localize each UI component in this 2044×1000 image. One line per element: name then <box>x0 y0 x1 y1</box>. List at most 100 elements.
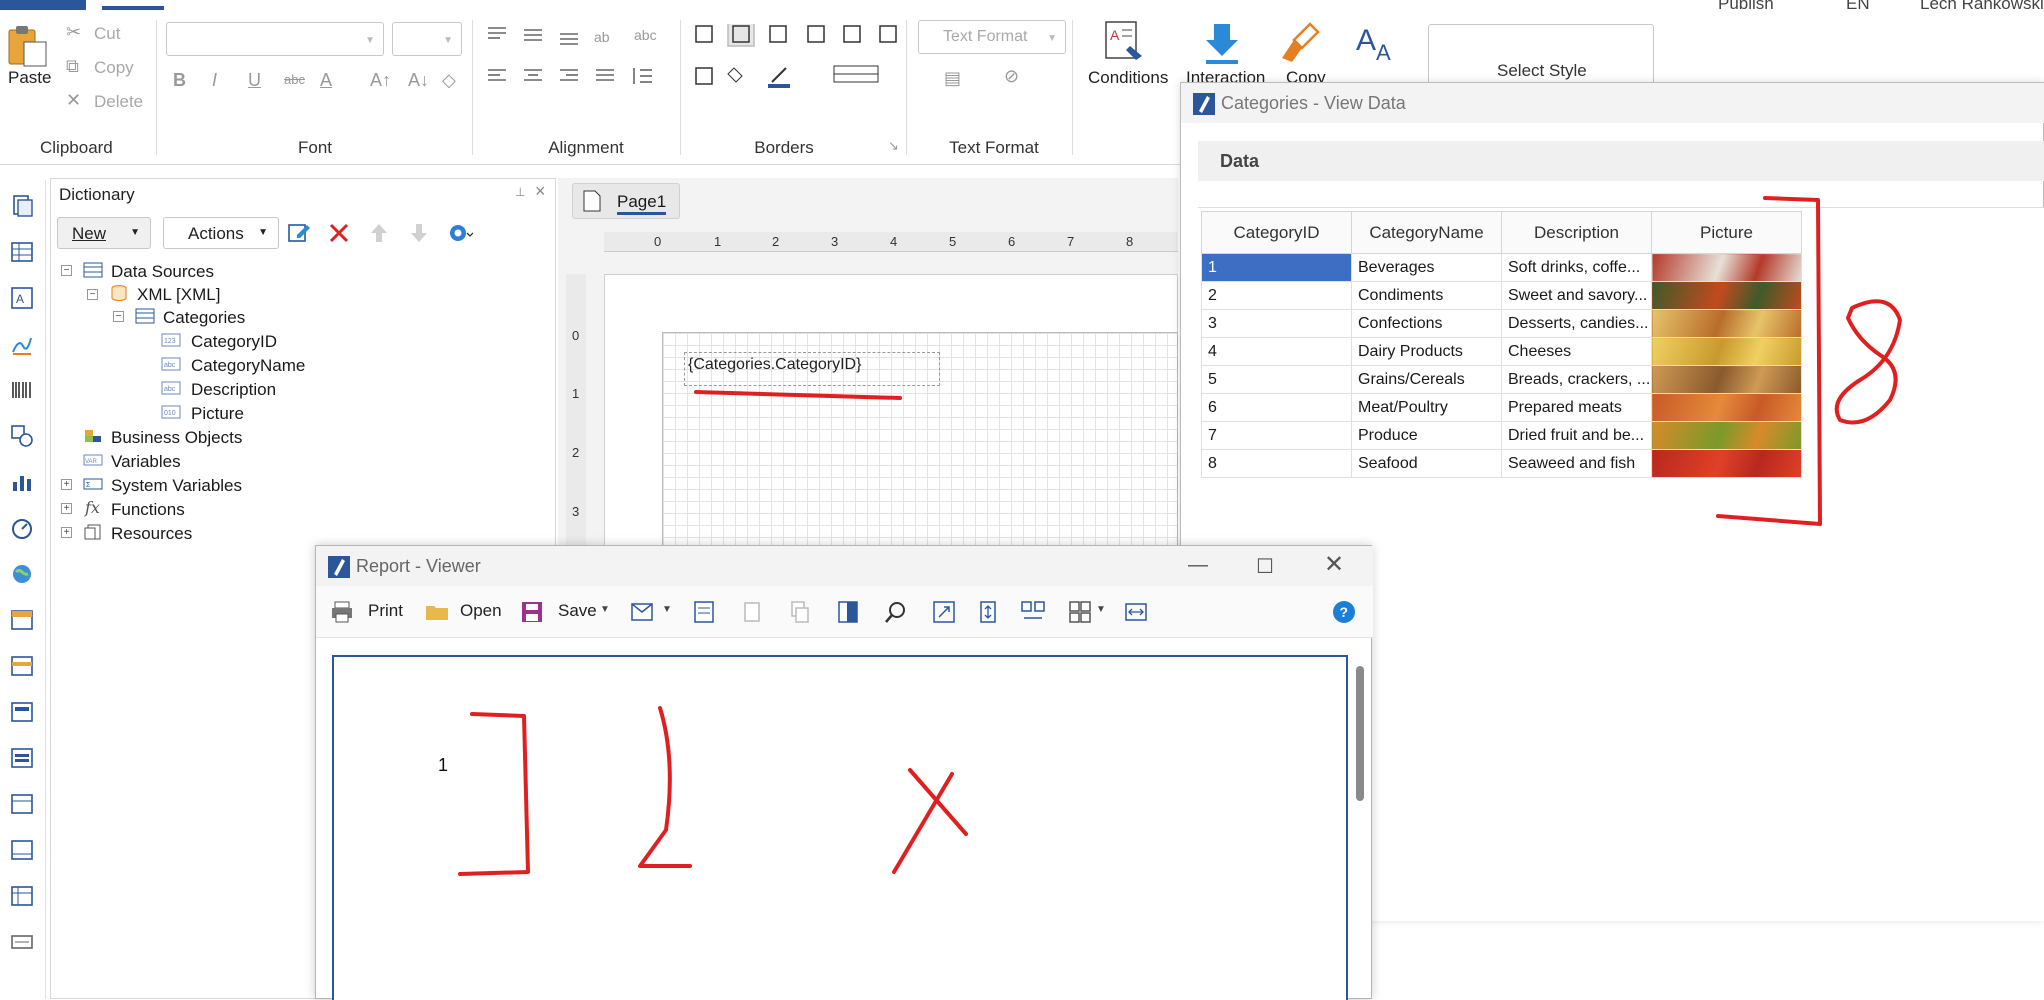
picture-thumbnail[interactable] <box>1651 309 1802 338</box>
bookmarks-icon[interactable] <box>692 600 716 624</box>
file-tab[interactable] <box>0 0 86 10</box>
text-component-icon[interactable]: A <box>10 286 34 310</box>
shape-icon[interactable] <box>10 424 34 448</box>
move-up-icon[interactable] <box>367 221 391 245</box>
category-id-cell[interactable]: 1 <box>1201 253 1352 282</box>
borders-dialog-launcher-icon[interactable]: ↘ <box>888 138 899 154</box>
single-page-icon[interactable] <box>976 600 1000 624</box>
category-name-cell[interactable]: Grains/Cereals <box>1351 365 1502 394</box>
description-cell[interactable]: Prepared meats <box>1501 393 1652 422</box>
column-header[interactable]: CategoryName <box>1351 211 1502 254</box>
table-row[interactable]: 2 Condiments Sweet and savory... <box>1201 281 1802 310</box>
map-icon[interactable] <box>10 562 34 586</box>
move-down-icon[interactable] <box>407 221 431 245</box>
tree-system-variables[interactable]: System Variables <box>111 476 242 496</box>
font-name-combo[interactable]: ▼ <box>166 22 384 56</box>
page-tab[interactable]: Page1 <box>572 183 680 219</box>
user-name[interactable]: Lech Rahkowski <box>1920 0 2044 14</box>
paste-button[interactable]: Paste <box>8 68 51 88</box>
table-row[interactable]: 6 Meat/Poultry Prepared meats <box>1201 393 1802 422</box>
language-selector[interactable]: EN <box>1846 0 1870 14</box>
picture-thumbnail[interactable] <box>1651 365 1802 394</box>
parameters-icon[interactable] <box>740 600 764 624</box>
font-color-icon[interactable]: A <box>320 70 332 91</box>
data-band-icon[interactable] <box>10 746 34 770</box>
description-cell[interactable]: Desserts, candies... <box>1501 309 1652 338</box>
collapse-icon[interactable]: − <box>113 311 124 322</box>
publish-link[interactable]: Publish <box>1718 0 1774 14</box>
category-name-cell[interactable]: Condiments <box>1351 281 1502 310</box>
send-email-icon[interactable] <box>630 601 656 623</box>
font-size-combo[interactable]: ▼ <box>392 22 462 56</box>
table-icon[interactable] <box>10 240 34 264</box>
open-button[interactable]: Open <box>460 601 502 621</box>
collapse-icon[interactable]: − <box>87 289 98 300</box>
tree-business-objects[interactable]: Business Objects <box>111 428 242 448</box>
empty-band-icon[interactable] <box>10 930 34 954</box>
description-cell[interactable]: Cheeses <box>1501 337 1652 366</box>
category-id-cell[interactable]: 7 <box>1201 421 1352 450</box>
footer-band-icon[interactable] <box>10 792 34 816</box>
full-screen-icon[interactable] <box>932 600 956 624</box>
tree-field[interactable]: Picture <box>191 404 244 424</box>
report-viewer-titlebar[interactable]: Report - Viewer — ☐ ✕ <box>316 546 1373 586</box>
category-name-cell[interactable]: Meat/Poultry <box>1351 393 1502 422</box>
tree-functions[interactable]: Functions <box>111 500 185 520</box>
report-title-band-icon[interactable] <box>10 608 34 632</box>
bold-icon[interactable]: B <box>173 70 186 91</box>
category-name-cell[interactable]: Seafood <box>1351 449 1502 478</box>
description-cell[interactable]: Soft drinks, coffe... <box>1501 253 1652 282</box>
grow-font-icon[interactable]: A↑ <box>370 70 391 91</box>
band-expression-text[interactable]: {Categories.CategoryID} <box>688 356 861 374</box>
interaction-icon[interactable] <box>1202 22 1242 66</box>
help-icon[interactable]: ? <box>1332 600 1356 624</box>
signature-icon[interactable] <box>10 332 34 356</box>
category-id-cell[interactable]: 2 <box>1201 281 1352 310</box>
expand-icon[interactable]: + <box>61 479 72 490</box>
barcode-icon[interactable] <box>10 378 34 402</box>
edit-icon[interactable] <box>287 221 311 245</box>
conditions-icon[interactable]: A <box>1102 20 1148 66</box>
table-row[interactable]: 8 Seafood Seaweed and fish <box>1201 449 1802 478</box>
description-cell[interactable]: Sweet and savory... <box>1501 281 1652 310</box>
collapse-icon[interactable]: − <box>61 265 72 276</box>
copy-button[interactable]: Copy <box>94 58 134 78</box>
copy-style-icon[interactable] <box>1280 22 1322 66</box>
tree-data-sources[interactable]: Data Sources <box>111 262 214 282</box>
close-icon[interactable]: ✕ <box>1324 550 1344 579</box>
delete-button[interactable]: Delete <box>94 92 143 112</box>
actions-button[interactable]: Actions ▼ <box>163 217 279 249</box>
description-cell[interactable]: Breads, crackers, ... <box>1501 365 1652 394</box>
new-button[interactable]: New ▼ <box>57 217 151 249</box>
category-id-cell[interactable]: 3 <box>1201 309 1352 338</box>
thumbnails-icon[interactable] <box>788 600 812 624</box>
expand-icon[interactable]: + <box>61 527 72 538</box>
category-name-cell[interactable]: Dairy Products <box>1351 337 1502 366</box>
format-number-icon[interactable]: ⊘ <box>1004 66 1019 87</box>
underline-icon[interactable]: U <box>248 70 261 91</box>
category-id-cell[interactable]: 5 <box>1201 365 1352 394</box>
save-button[interactable]: Save <box>558 601 597 621</box>
category-name-cell[interactable]: Confections <box>1351 309 1502 338</box>
picture-thumbnail[interactable] <box>1651 449 1802 478</box>
table-row[interactable]: 3 Confections Desserts, candies... <box>1201 309 1802 338</box>
paste-icon[interactable] <box>6 22 52 68</box>
print-button[interactable]: Print <box>368 601 403 621</box>
close-icon[interactable]: × <box>535 181 546 202</box>
continuous-pages-icon[interactable] <box>1020 600 1046 624</box>
conditions-button[interactable]: Conditions <box>1088 68 1168 88</box>
picture-thumbnail[interactable] <box>1651 281 1802 310</box>
gauge-icon[interactable] <box>10 516 34 540</box>
delete-icon[interactable] <box>327 221 351 245</box>
picture-thumbnail[interactable] <box>1651 337 1802 366</box>
tree-xml-connection[interactable]: XML [XML] <box>137 285 220 305</box>
table-row[interactable]: 7 Produce Dried fruit and be... <box>1201 421 1802 450</box>
italic-icon[interactable]: I <box>212 70 217 91</box>
cross-band-icon[interactable] <box>10 884 34 908</box>
table-row[interactable]: 5 Grains/Cereals Breads, crackers, ... <box>1201 365 1802 394</box>
find-icon[interactable] <box>884 600 908 624</box>
picture-thumbnail[interactable] <box>1651 253 1802 282</box>
page-width-icon[interactable] <box>1124 600 1148 624</box>
settings-gear-icon[interactable] <box>447 221 473 245</box>
column-header[interactable]: Description <box>1501 211 1652 254</box>
